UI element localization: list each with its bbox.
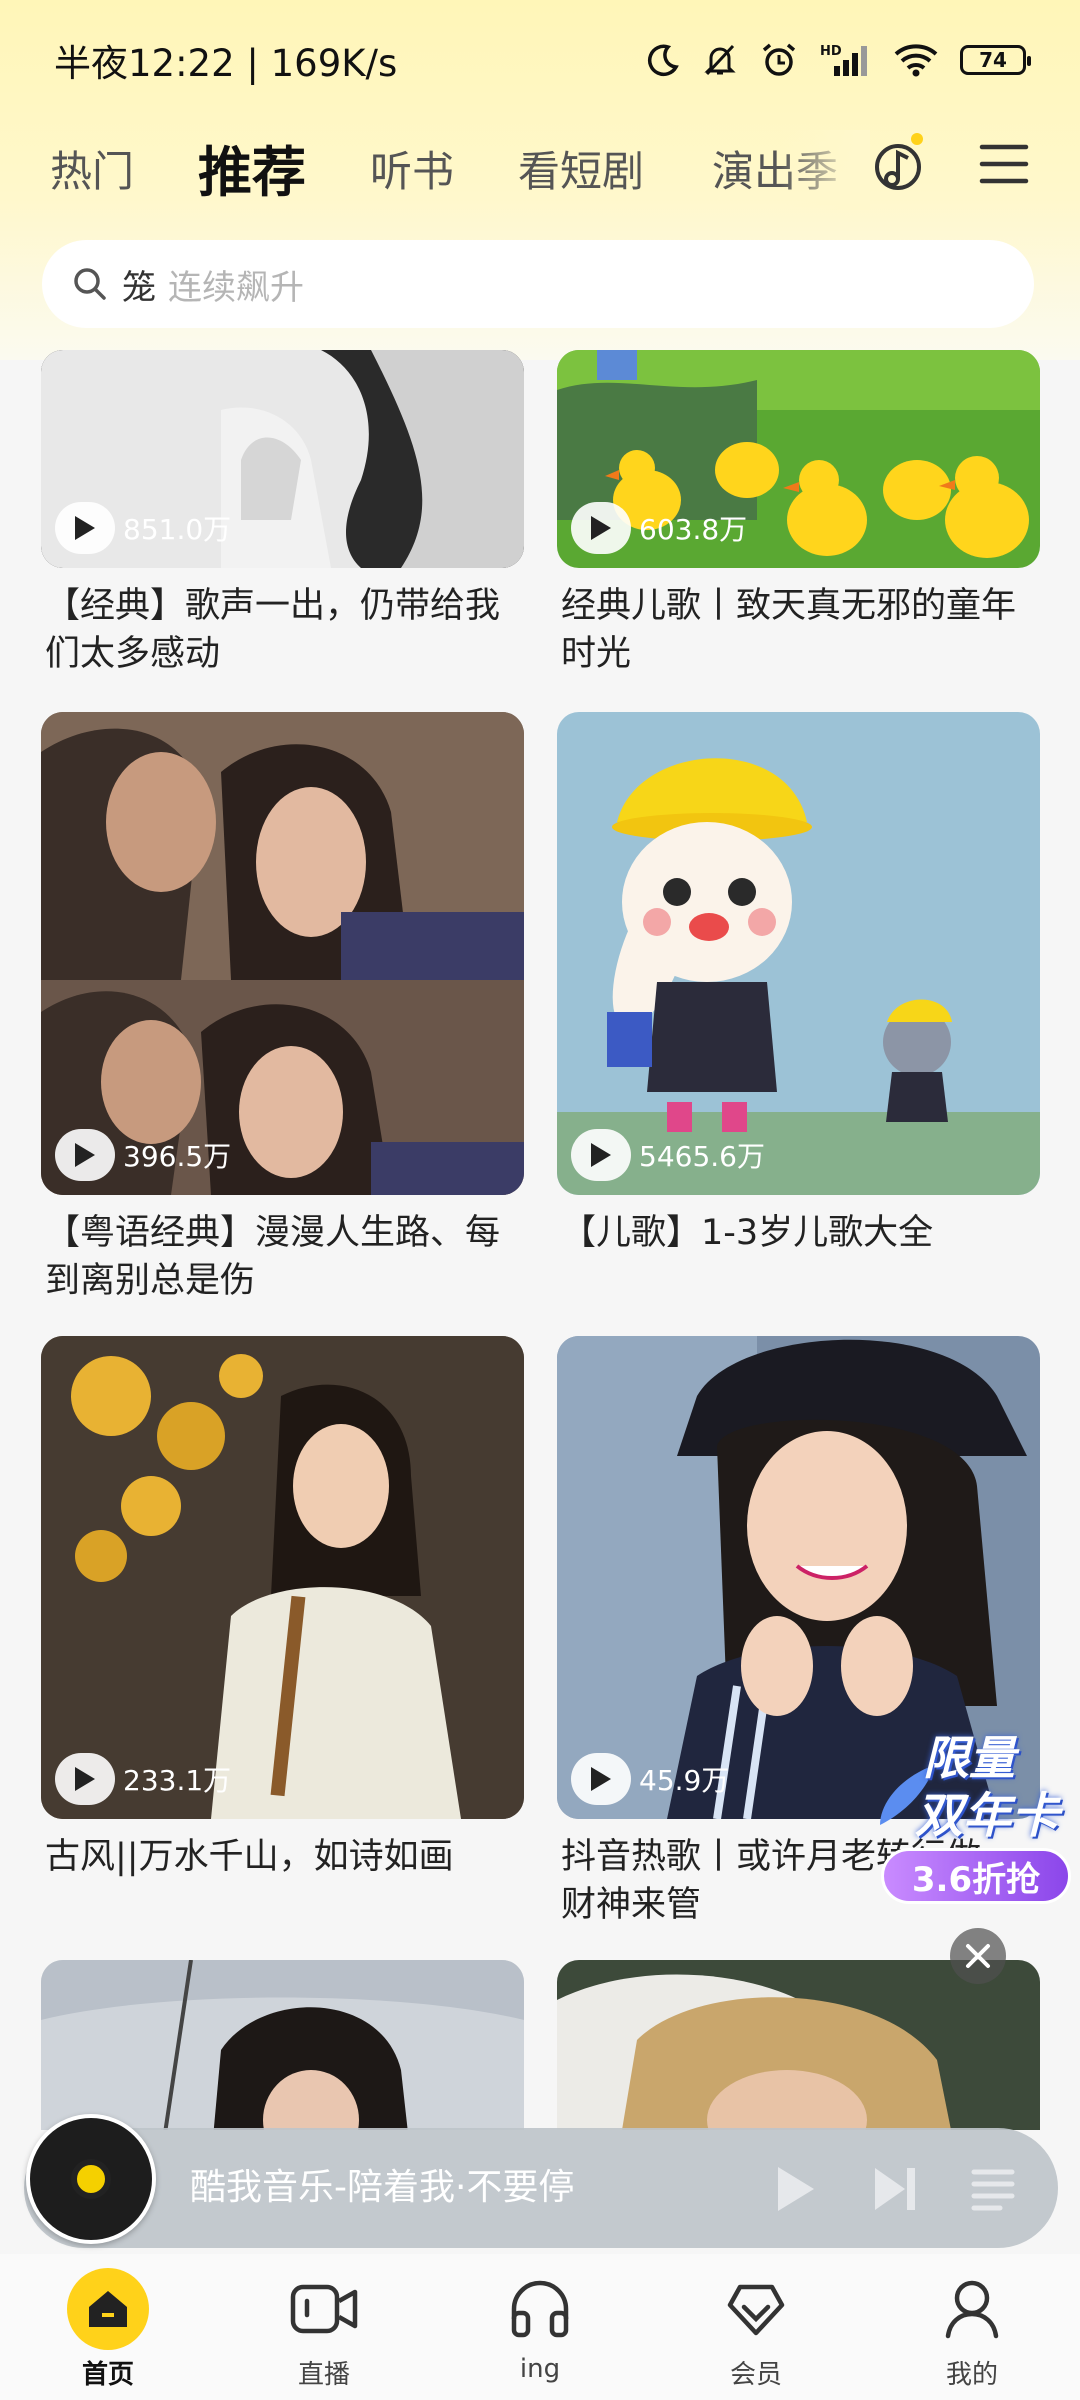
playlist-card[interactable]: 5465.6万 【儿歌】1-3岁儿歌大全 bbox=[557, 712, 1040, 1257]
play-count-value: 233.1万 bbox=[123, 1764, 232, 1797]
play-count-value: 603.8万 bbox=[639, 513, 748, 546]
menu-icon bbox=[979, 144, 1029, 184]
play-icon bbox=[55, 1129, 115, 1181]
playlist-title: 古风||万水千山，如诗如画 bbox=[45, 1837, 454, 1877]
home-icon bbox=[67, 2268, 149, 2350]
promo-badge[interactable]: 限量 双年卡 3.6折抢 bbox=[875, 1720, 1075, 1910]
live-video-icon bbox=[283, 2268, 365, 2350]
play-count: 603.8万 bbox=[571, 502, 747, 554]
battery-level: 74 bbox=[979, 48, 1007, 72]
play-count-value: 45.9万 bbox=[639, 1764, 730, 1797]
battery-icon: 74 bbox=[960, 45, 1031, 75]
playlist-card[interactable] bbox=[41, 1960, 524, 2130]
playlist-card[interactable]: 603.8万 经典儿歌丨致天真无邪的童年时光 bbox=[557, 350, 1040, 678]
playlist-cover: 851.0万 bbox=[41, 350, 524, 568]
playlist-cover: 396.5万 bbox=[41, 712, 524, 1195]
play-icon bbox=[778, 2167, 814, 2211]
disc-center bbox=[71, 2159, 111, 2199]
play-icon bbox=[571, 1129, 631, 1181]
search-keyword: 笼 bbox=[122, 267, 156, 308]
playlist-cover bbox=[41, 1960, 524, 2130]
play-icon bbox=[571, 1753, 631, 1805]
play-count: 851.0万 bbox=[55, 502, 231, 554]
alarm-icon bbox=[762, 43, 796, 76]
album-disc[interactable] bbox=[26, 2114, 156, 2244]
playlist-button[interactable] bbox=[964, 2160, 1022, 2218]
playlist-cover: 603.8万 bbox=[557, 350, 1040, 568]
playlist-cover bbox=[557, 1960, 1040, 2130]
nav-label: 我的 bbox=[945, 2360, 998, 2390]
now-playing-title: 酷我音乐-陪着我·不要停 bbox=[190, 2167, 575, 2208]
tab-fade bbox=[780, 130, 870, 210]
nav-label: 会员 bbox=[729, 2360, 782, 2390]
status-bar: 半夜12:22 | 169K/s HD 74 bbox=[0, 0, 1080, 120]
search-placeholder: 连续飙升 bbox=[168, 267, 304, 308]
playlist-cover: 5465.6万 bbox=[557, 712, 1040, 1195]
moon-icon bbox=[647, 44, 679, 77]
play-count: 396.5万 bbox=[55, 1129, 231, 1181]
nav-vip[interactable]: 会员 bbox=[666, 2254, 846, 2400]
nav-live[interactable]: 直播 bbox=[234, 2254, 414, 2400]
profile-icon bbox=[931, 2268, 1013, 2350]
play-icon bbox=[571, 502, 631, 554]
cover-movie-still bbox=[41, 712, 524, 1195]
nav-label: ing bbox=[519, 2354, 561, 2384]
tab-recommend[interactable]: 推荐 bbox=[198, 128, 306, 209]
playlist-card[interactable]: 396.5万 【粤语经典】漫漫人生路、每到离别总是伤 bbox=[41, 712, 524, 1305]
nav-label: 首页 bbox=[81, 2360, 134, 2390]
status-icons: HD 74 bbox=[646, 41, 1031, 79]
signal-icon: HD bbox=[820, 44, 867, 76]
playlist-title: 【粤语经典】漫漫人生路、每到离别总是伤 bbox=[45, 1213, 501, 1301]
playlist-icon bbox=[971, 2169, 1015, 2211]
mute-bell-icon bbox=[704, 44, 736, 76]
promo-close-button[interactable] bbox=[950, 1928, 1006, 1984]
bottom-nav: 首页 直播 ing 会员 我的 bbox=[0, 2254, 1080, 2400]
tab-hot[interactable]: 热门 bbox=[50, 138, 134, 199]
playlist-card[interactable] bbox=[557, 1960, 1040, 2130]
playlist-title: 【儿歌】1-3岁儿歌大全 bbox=[561, 1213, 934, 1253]
play-icon bbox=[55, 1753, 115, 1805]
play-count-value: 396.5万 bbox=[123, 1140, 232, 1173]
cover-blonde-girl bbox=[557, 1960, 1040, 2130]
wifi-icon bbox=[894, 44, 938, 77]
status-time: 半夜12:22 | 169K/s bbox=[54, 42, 398, 85]
playlist-cover: 233.1万 bbox=[41, 1336, 524, 1819]
tab-short-drama[interactable]: 看短剧 bbox=[518, 138, 644, 199]
cover-umbrella-girl bbox=[41, 1960, 524, 2130]
recognize-music-button[interactable] bbox=[868, 126, 932, 202]
close-icon bbox=[966, 1944, 990, 1968]
next-icon bbox=[875, 2168, 915, 2210]
play-count: 45.9万 bbox=[571, 1753, 729, 1805]
promo-buy-button[interactable]: 3.6折抢 bbox=[881, 1848, 1071, 1904]
cover-ancient-style-girl bbox=[41, 1336, 524, 1819]
play-count-value: 5465.6万 bbox=[639, 1140, 765, 1173]
menu-button[interactable] bbox=[976, 136, 1032, 192]
search-bar[interactable]: 笼 连续飙升 bbox=[42, 240, 1034, 328]
nav-ing[interactable]: ing bbox=[450, 2254, 630, 2400]
next-button[interactable] bbox=[866, 2160, 924, 2218]
nav-profile[interactable]: 我的 bbox=[882, 2254, 1062, 2400]
tab-audiobook[interactable]: 听书 bbox=[370, 138, 454, 199]
nav-home[interactable]: 首页 bbox=[18, 2254, 198, 2400]
music-recognize-icon bbox=[875, 133, 923, 190]
play-count: 5465.6万 bbox=[571, 1129, 765, 1181]
search-icon bbox=[74, 268, 106, 300]
playlist-title: 【经典】歌声一出，仍带给我们太多感动 bbox=[45, 586, 501, 674]
playlist-title: 经典儿歌丨致天真无邪的童年时光 bbox=[561, 586, 1017, 674]
cover-bunny-cartoon bbox=[557, 712, 1040, 1195]
promo-line2: 双年卡 bbox=[915, 1788, 1060, 1844]
hd-label: HD bbox=[820, 44, 842, 59]
headphones-icon bbox=[499, 2268, 581, 2350]
playlist-card[interactable]: 233.1万 古风||万水千山，如诗如画 bbox=[41, 1336, 524, 1881]
nav-label: 直播 bbox=[297, 2360, 350, 2390]
vip-heart-icon bbox=[715, 2268, 797, 2350]
play-button[interactable] bbox=[766, 2160, 824, 2218]
play-count: 233.1万 bbox=[55, 1753, 231, 1805]
play-count-value: 851.0万 bbox=[123, 513, 232, 546]
playlist-card[interactable]: 851.0万 【经典】歌声一出，仍带给我们太多感动 bbox=[41, 350, 524, 678]
play-icon bbox=[55, 502, 115, 554]
